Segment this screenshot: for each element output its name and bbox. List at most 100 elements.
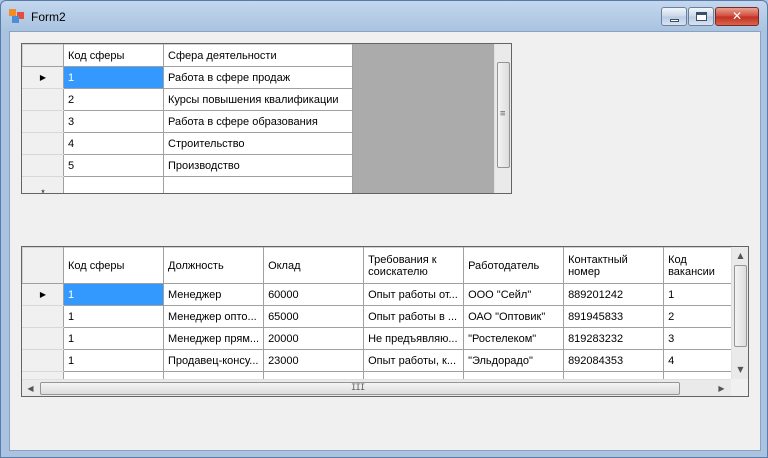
- cell-salary[interactable]: 23000: [263, 349, 365, 372]
- window-title: Form2: [31, 10, 66, 24]
- cell-vacancy-code[interactable]: 1: [663, 283, 735, 306]
- column-header-contact-number[interactable]: Контактный номер: [563, 247, 665, 284]
- cell-sphere-code[interactable]: 5: [63, 154, 164, 177]
- header-label: Работодатель: [468, 259, 540, 272]
- vacancies-table: Код сферы Должность Оклад Требования к с…: [22, 247, 735, 394]
- cell-position[interactable]: Менеджер прям...: [162, 327, 265, 350]
- vacancies-datagrid[interactable]: Код сферы Должность Оклад Требования к с…: [21, 246, 749, 397]
- minimize-button[interactable]: [661, 7, 687, 26]
- cell-sphere-code[interactable]: 1: [63, 327, 164, 350]
- scroll-left-arrow-icon[interactable]: ◀: [22, 380, 39, 396]
- column-header-sphere-code[interactable]: Код сферы: [63, 247, 164, 284]
- column-header-sphere-code[interactable]: Код сферы: [63, 44, 164, 67]
- scroll-thumb[interactable]: ≡: [497, 62, 510, 168]
- column-header-employer[interactable]: Работодатель: [463, 247, 565, 284]
- column-header-salary[interactable]: Оклад: [263, 247, 365, 284]
- cell-contact-number[interactable]: 891945833: [563, 305, 665, 328]
- row-header[interactable]: [22, 327, 64, 350]
- cell-contact-number[interactable]: 892084353: [563, 349, 665, 372]
- corner-header[interactable]: [22, 44, 64, 67]
- row-header[interactable]: [22, 305, 64, 328]
- table-row[interactable]: 1 Менеджер прям... 20000 Не предъявляю... "Р…: [22, 327, 735, 350]
- new-row-marker[interactable]: *: [22, 176, 64, 193]
- cell-position[interactable]: Продавец-консу...: [162, 349, 265, 372]
- scroll-right-arrow-icon[interactable]: ▶: [713, 380, 730, 396]
- cell-salary[interactable]: 60000: [263, 283, 365, 306]
- cell-sphere-name[interactable]: Работа в сфере продаж: [163, 66, 353, 89]
- row-header[interactable]: [22, 110, 64, 133]
- table-row[interactable]: 2 Курсы повышения квалификации: [22, 88, 353, 111]
- header-label: Оклад: [268, 259, 301, 272]
- cell-vacancy-code[interactable]: 2: [663, 305, 735, 328]
- cell-position[interactable]: Менеджер: [162, 283, 265, 306]
- cell-sphere-code[interactable]: [63, 176, 164, 193]
- cell-requirements[interactable]: Не предъявляю...: [363, 327, 465, 350]
- column-header-vacancy-code[interactable]: Код вакансии: [663, 247, 735, 284]
- cell-sphere-code[interactable]: 1: [63, 349, 164, 372]
- cell-sphere-name[interactable]: Производство: [163, 154, 353, 177]
- cell-employer[interactable]: ОАО "Оптовик": [463, 305, 565, 328]
- header-label: Код сферы: [68, 259, 125, 272]
- table-row[interactable]: 1 Менеджер опто... 65000 Опыт работы в ... О…: [22, 305, 735, 328]
- table-row[interactable]: 1 Продавец-консу... 23000 Опыт работы, к...…: [22, 349, 735, 372]
- cell-requirements[interactable]: Опыт работы в ...: [363, 305, 465, 328]
- new-row[interactable]: *: [22, 176, 353, 193]
- row-header[interactable]: ▶: [22, 66, 64, 89]
- scroll-up-arrow-icon[interactable]: ▲: [732, 247, 748, 264]
- spheres-vertical-scrollbar[interactable]: ≡: [494, 44, 511, 193]
- column-header-sphere-name[interactable]: Сфера деятельности: [163, 44, 353, 67]
- grip-icon: ≡: [500, 109, 506, 119]
- close-icon: ✕: [731, 9, 743, 23]
- title-bar[interactable]: Form2 ✕: [1, 1, 767, 29]
- cell-vacancy-code[interactable]: 3: [663, 327, 735, 350]
- row-header[interactable]: [22, 349, 64, 372]
- table-row[interactable]: 3 Работа в сфере образования: [22, 110, 353, 133]
- cell-employer[interactable]: "Ростелеком": [463, 327, 565, 350]
- grip-icon: III: [351, 383, 365, 393]
- scroll-thumb[interactable]: III: [40, 382, 680, 395]
- cell-salary[interactable]: 65000: [263, 305, 365, 328]
- cell-sphere-name[interactable]: Работа в сфере образования: [163, 110, 353, 133]
- cell-employer[interactable]: "Эльдорадо": [463, 349, 565, 372]
- header-label: Должность: [168, 259, 224, 272]
- close-button[interactable]: ✕: [715, 7, 759, 26]
- cell-sphere-code[interactable]: 3: [63, 110, 164, 133]
- spheres-datagrid[interactable]: Код сферы Сфера деятельности ▶ 1 Работа в …: [21, 43, 512, 194]
- maximize-button[interactable]: [688, 7, 714, 26]
- cell-sphere-code[interactable]: 2: [63, 88, 164, 111]
- row-header[interactable]: [22, 88, 64, 111]
- app-icon: [9, 9, 25, 23]
- cell-sphere-name[interactable]: Курсы повышения квалификации: [163, 88, 353, 111]
- table-row[interactable]: ▶ 1 Менеджер 60000 Опыт работы от... ООО "Сей…: [22, 283, 735, 306]
- cell-employer[interactable]: ООО "Сейл": [463, 283, 565, 306]
- cell-sphere-code[interactable]: 1: [63, 283, 164, 306]
- row-header[interactable]: [22, 132, 64, 155]
- corner-header[interactable]: [22, 247, 64, 284]
- cell-contact-number[interactable]: 889201242: [563, 283, 665, 306]
- cell-requirements[interactable]: Опыт работы, к...: [363, 349, 465, 372]
- cell-salary[interactable]: 20000: [263, 327, 365, 350]
- vacancies-horizontal-scrollbar[interactable]: ◀ III ▶: [22, 379, 731, 396]
- cell-position[interactable]: Менеджер опто...: [162, 305, 265, 328]
- column-header-position[interactable]: Должность: [162, 247, 265, 284]
- cell-vacancy-code[interactable]: 4: [663, 349, 735, 372]
- header-label: Требования к соискателю: [368, 253, 437, 278]
- scroll-thumb[interactable]: [734, 265, 747, 347]
- column-header-requirements[interactable]: Требования к соискателю: [363, 247, 465, 284]
- vacancies-vertical-scrollbar[interactable]: ▲ ▼: [731, 247, 748, 379]
- form-client-area: Код сферы Сфера деятельности ▶ 1 Работа в …: [9, 31, 761, 451]
- row-header[interactable]: ▶: [22, 283, 64, 306]
- row-header[interactable]: [22, 154, 64, 177]
- cell-sphere-code[interactable]: 1: [63, 66, 164, 89]
- table-row[interactable]: 5 Производство: [22, 154, 353, 177]
- cell-sphere-code[interactable]: 1: [63, 305, 164, 328]
- cell-contact-number[interactable]: 819283232: [563, 327, 665, 350]
- cell-requirements[interactable]: Опыт работы от...: [363, 283, 465, 306]
- table-row[interactable]: 4 Строительство: [22, 132, 353, 155]
- scroll-down-arrow-icon[interactable]: ▼: [732, 361, 748, 378]
- cell-sphere-name[interactable]: Строительство: [163, 132, 353, 155]
- minimize-icon: [670, 19, 679, 22]
- table-row[interactable]: ▶ 1 Работа в сфере продаж: [22, 66, 353, 89]
- cell-sphere-name[interactable]: [163, 176, 353, 193]
- cell-sphere-code[interactable]: 4: [63, 132, 164, 155]
